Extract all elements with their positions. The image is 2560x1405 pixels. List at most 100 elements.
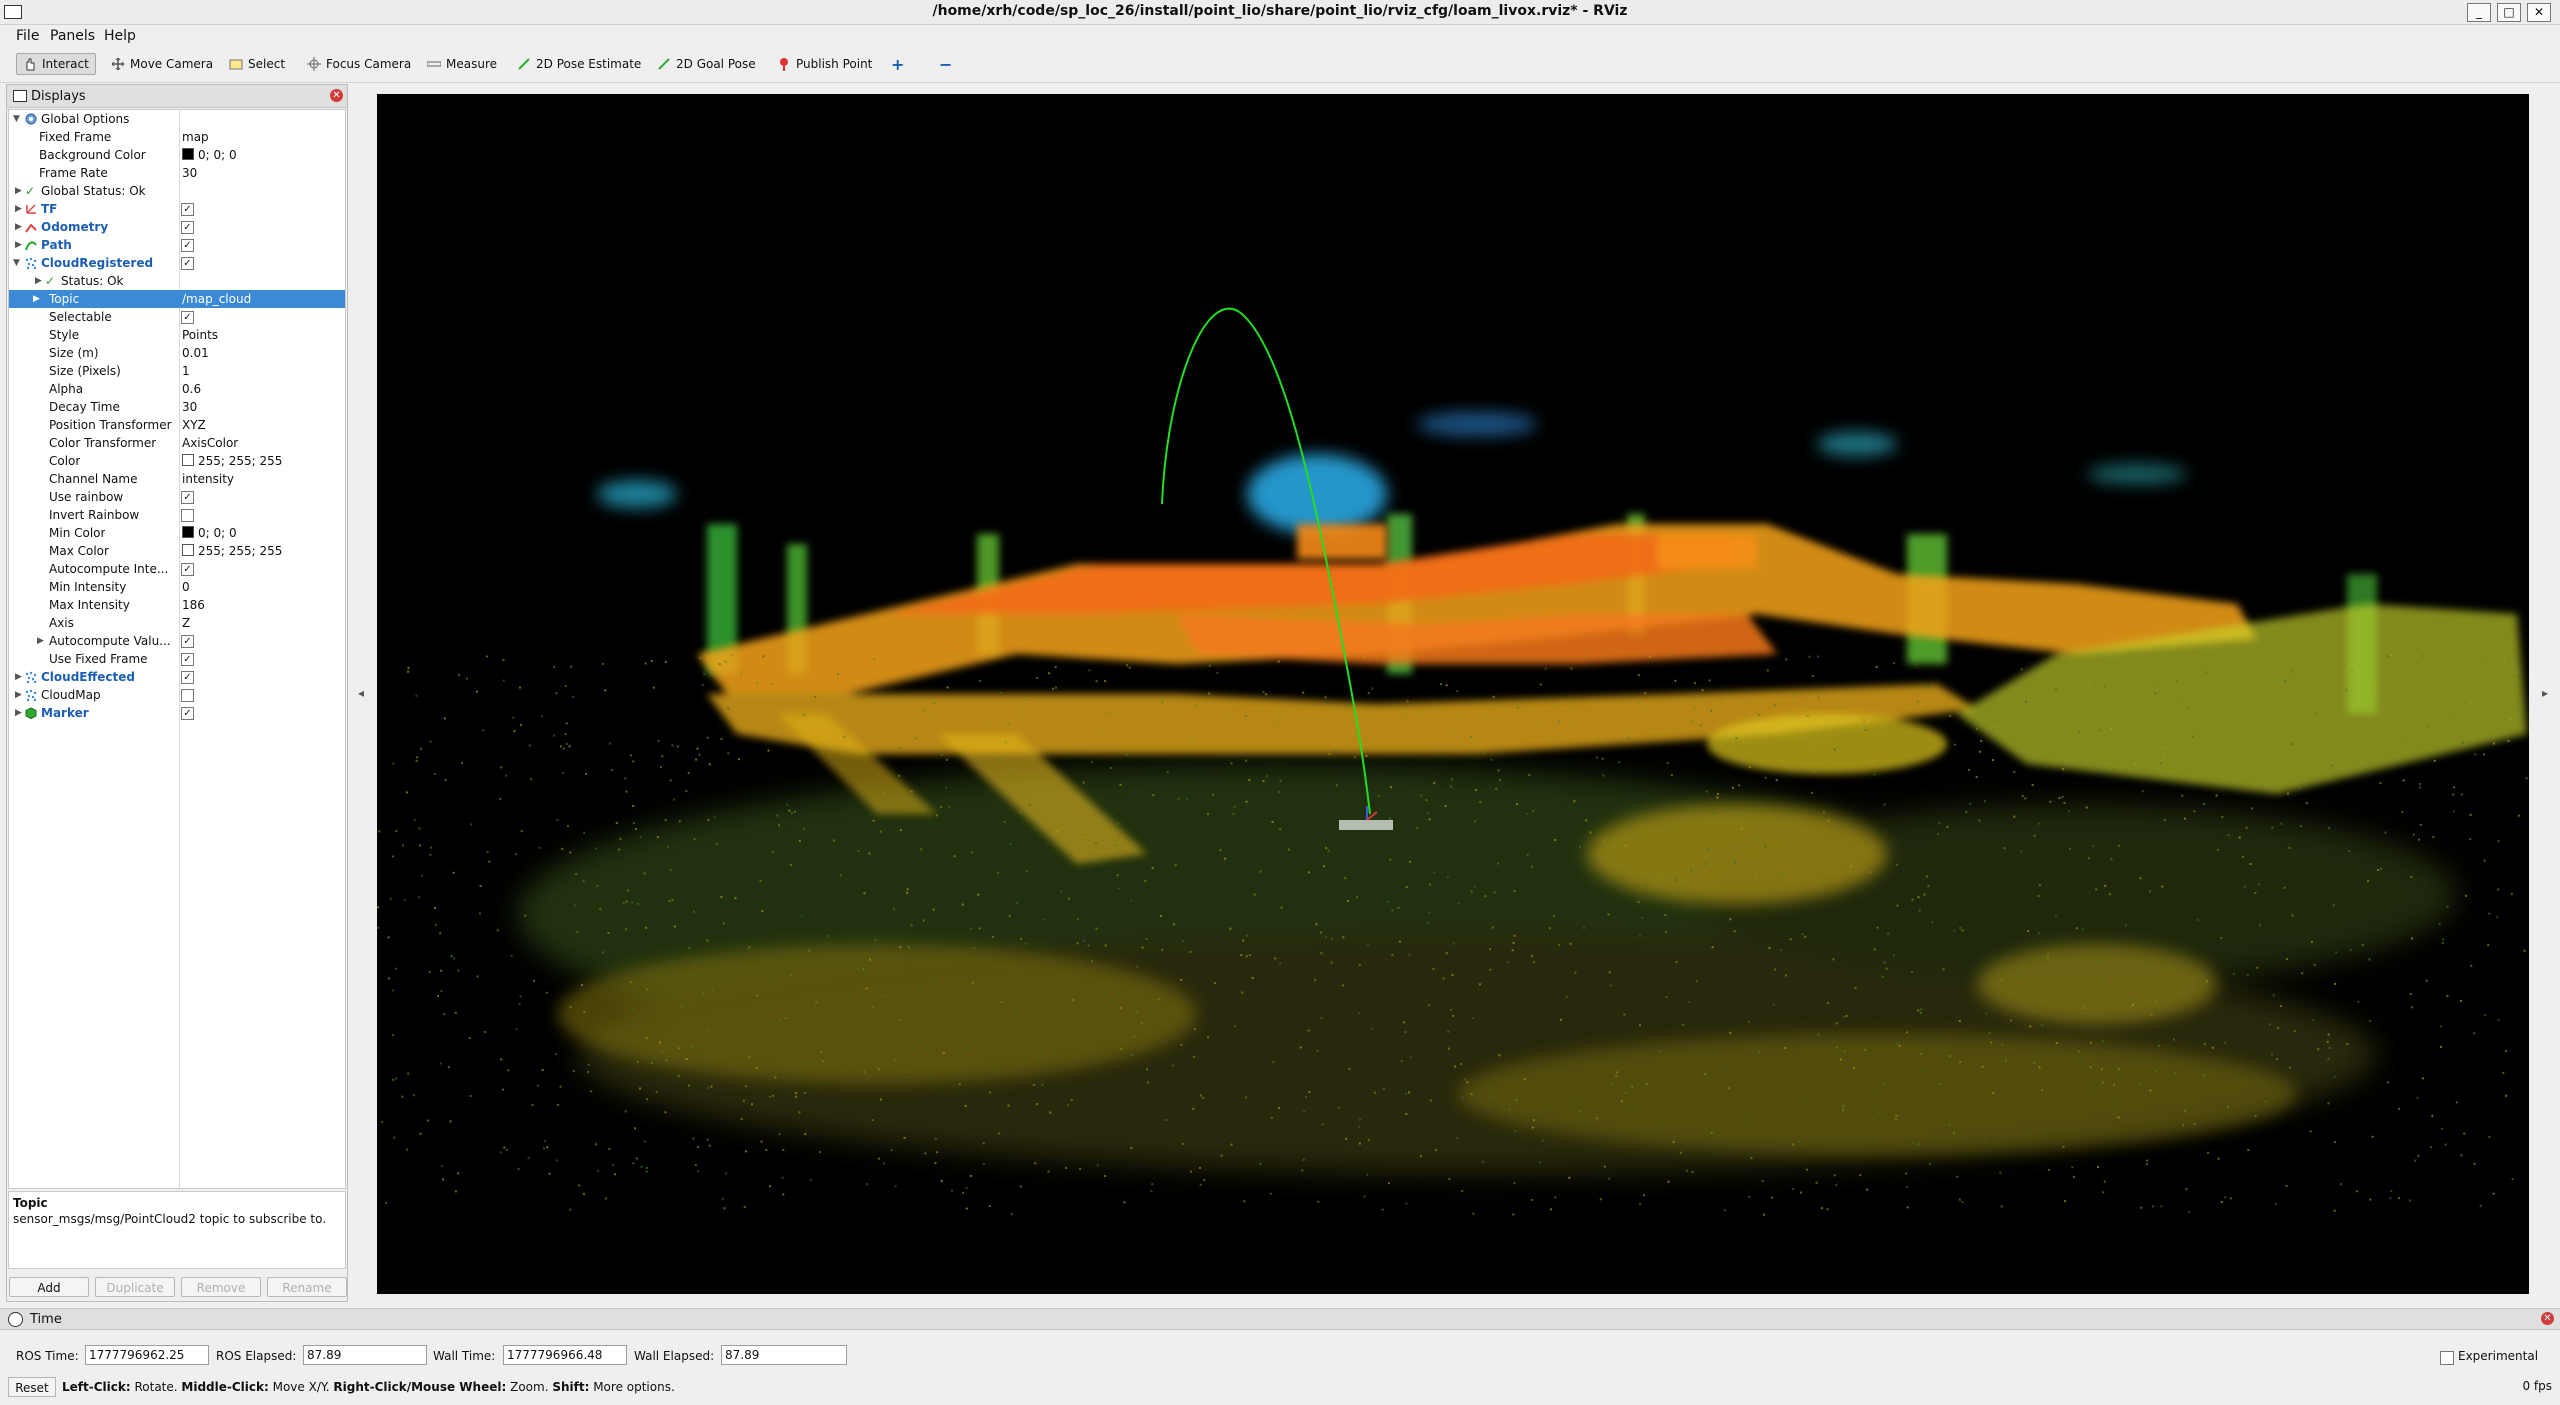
close-panel-icon[interactable]: ✕	[2541, 1312, 2554, 1325]
enable-checkbox[interactable]: ✓	[181, 671, 194, 684]
value-checkbox[interactable]: ✓	[181, 563, 194, 576]
goal-pose-tool[interactable]: 2D Goal Pose	[650, 53, 763, 75]
close-window-button[interactable]: ✕	[2527, 3, 2551, 22]
tree-row-fixed-frame[interactable]: Fixed Frame map	[9, 128, 345, 146]
row-value[interactable]: Points	[182, 326, 218, 344]
expand-arrow-icon[interactable]: ▶	[35, 272, 42, 290]
expand-arrow-icon[interactable]: ▼	[13, 110, 20, 128]
publish-point-tool[interactable]: Publish Point	[770, 53, 879, 75]
tree-row-max-intensity[interactable]: Max Intensity 186	[9, 596, 345, 614]
menu-help[interactable]: Help	[104, 28, 136, 44]
tree-row-tf[interactable]: ▶ TF ✓	[9, 200, 345, 218]
row-value[interactable]: 30	[182, 164, 197, 182]
rename-button[interactable]: Rename	[267, 1277, 347, 1297]
tree-row-global-options[interactable]: ▼ Global Options	[9, 110, 345, 128]
tree-row-selectable[interactable]: Selectable ✓	[9, 308, 345, 326]
tree-row-odometry[interactable]: ▶ Odometry ✓	[9, 218, 345, 236]
tree-row-color[interactable]: Color 255; 255; 255	[9, 452, 345, 470]
expand-arrow-icon[interactable]: ▶	[15, 200, 22, 218]
add-display-button[interactable]: Add	[9, 1277, 89, 1297]
experimental-checkbox[interactable]	[2440, 1351, 2454, 1365]
enable-checkbox[interactable]: ✓	[181, 221, 194, 234]
ros-time-field[interactable]: 1777796962.25	[85, 1345, 209, 1365]
value-checkbox[interactable]: ✓	[181, 491, 194, 504]
tree-row-status-ok[interactable]: ▶ ✓ Status: Ok	[9, 272, 345, 290]
minimize-button[interactable]: _	[2467, 3, 2491, 22]
row-value[interactable]: 255; 255; 255	[182, 452, 282, 470]
tree-row-topic[interactable]: ▶ Topic /map_cloud	[9, 290, 345, 308]
row-value[interactable]: map	[182, 128, 209, 146]
tree-row-size-m[interactable]: Size (m) 0.01	[9, 344, 345, 362]
row-value[interactable]: 0.01	[182, 344, 209, 362]
pose-estimate-tool[interactable]: 2D Pose Estimate	[510, 53, 648, 75]
tree-row-cloud-map[interactable]: ▶ CloudMap	[9, 686, 345, 704]
expand-arrow-icon[interactable]: ▶	[37, 632, 44, 650]
tree-row-use-rainbow[interactable]: Use rainbow ✓	[9, 488, 345, 506]
row-value[interactable]: 30	[182, 398, 197, 416]
interact-tool[interactable]: Interact	[16, 53, 96, 75]
tree-row-alpha[interactable]: Alpha 0.6	[9, 380, 345, 398]
focus-camera-tool[interactable]: Focus Camera	[300, 53, 418, 75]
move-camera-tool[interactable]: Move Camera	[104, 53, 220, 75]
tree-row-global-status[interactable]: ▶ ✓ Global Status: Ok	[9, 182, 345, 200]
close-panel-icon[interactable]: ✕	[330, 89, 343, 102]
row-value[interactable]: 186	[182, 596, 205, 614]
tree-row-min-intensity[interactable]: Min Intensity 0	[9, 578, 345, 596]
row-value[interactable]: Z	[182, 614, 190, 632]
expand-arrow-icon[interactable]: ▶	[15, 236, 22, 254]
enable-checkbox[interactable]: ✓	[181, 239, 194, 252]
enable-checkbox[interactable]: ✓	[181, 707, 194, 720]
tree-row-min-color[interactable]: Min Color 0; 0; 0	[9, 524, 345, 542]
reset-button[interactable]: Reset	[8, 1377, 56, 1397]
row-value[interactable]: 0; 0; 0	[182, 524, 237, 542]
tree-row-position-transformer[interactable]: Position Transformer XYZ	[9, 416, 345, 434]
maximize-button[interactable]: □	[2497, 3, 2521, 22]
tree-row-background-color[interactable]: Background Color 0; 0; 0	[9, 146, 345, 164]
value-checkbox[interactable]: ✓	[181, 653, 194, 666]
value-checkbox[interactable]	[181, 509, 194, 522]
enable-checkbox[interactable]: ✓	[181, 203, 194, 216]
tree-row-channel-name[interactable]: Channel Name intensity	[9, 470, 345, 488]
tree-row-axis[interactable]: Axis Z	[9, 614, 345, 632]
value-checkbox[interactable]: ✓	[181, 311, 194, 324]
expand-arrow-icon[interactable]: ▶	[15, 668, 22, 686]
row-value[interactable]: /map_cloud	[182, 290, 251, 308]
duplicate-button[interactable]: Duplicate	[95, 1277, 175, 1297]
tree-row-cloud-effected[interactable]: ▶ CloudEffected ✓	[9, 668, 345, 686]
row-value[interactable]: intensity	[182, 470, 234, 488]
tree-row-invert-rainbow[interactable]: Invert Rainbow	[9, 506, 345, 524]
ros-elapsed-field[interactable]: 87.89	[303, 1345, 427, 1365]
measure-tool[interactable]: Measure	[420, 53, 504, 75]
expand-arrow-icon[interactable]: ▶	[33, 290, 40, 308]
tree-row-cloud-registered[interactable]: ▼ CloudRegistered ✓	[9, 254, 345, 272]
tree-row-frame-rate[interactable]: Frame Rate 30	[9, 164, 345, 182]
menu-file[interactable]: File	[16, 28, 39, 44]
row-value[interactable]: AxisColor	[182, 434, 238, 452]
expand-arrow-icon[interactable]: ▶	[15, 686, 22, 704]
row-value[interactable]: 0.6	[182, 380, 201, 398]
expand-arrow-icon[interactable]: ▼	[13, 254, 20, 272]
menu-panels[interactable]: Panels	[50, 28, 95, 44]
row-value[interactable]: 0	[182, 578, 190, 596]
collapse-right-arrow-icon[interactable]: ▸	[2542, 686, 2548, 700]
remove-button[interactable]: Remove	[181, 1277, 261, 1297]
tree-row-marker[interactable]: ▶ Marker ✓	[9, 704, 345, 722]
enable-checkbox[interactable]: ✓	[181, 257, 194, 270]
add-tool-button[interactable]: +	[884, 53, 911, 75]
tree-row-color-transformer[interactable]: Color Transformer AxisColor	[9, 434, 345, 452]
tree-row-max-color[interactable]: Max Color 255; 255; 255	[9, 542, 345, 560]
tree-row-size-pixels[interactable]: Size (Pixels) 1	[9, 362, 345, 380]
remove-tool-button[interactable]: −	[932, 53, 959, 75]
expand-arrow-icon[interactable]: ▶	[15, 182, 22, 200]
tree-row-use-fixed-frame[interactable]: Use Fixed Frame ✓	[9, 650, 345, 668]
row-value[interactable]: XYZ	[182, 416, 206, 434]
select-tool[interactable]: Select	[222, 53, 292, 75]
tree-row-autocompute-intensity[interactable]: Autocompute Inte... ✓	[9, 560, 345, 578]
wall-elapsed-field[interactable]: 87.89	[721, 1345, 847, 1365]
row-value[interactable]: 1	[182, 362, 190, 380]
tree-row-autocompute-value-bounds[interactable]: ▶ Autocompute Valu... ✓	[9, 632, 345, 650]
render-viewport[interactable]	[377, 94, 2529, 1294]
row-value[interactable]: 255; 255; 255	[182, 542, 282, 560]
wall-time-field[interactable]: 1777796966.48	[503, 1345, 627, 1365]
enable-checkbox[interactable]	[181, 689, 194, 702]
